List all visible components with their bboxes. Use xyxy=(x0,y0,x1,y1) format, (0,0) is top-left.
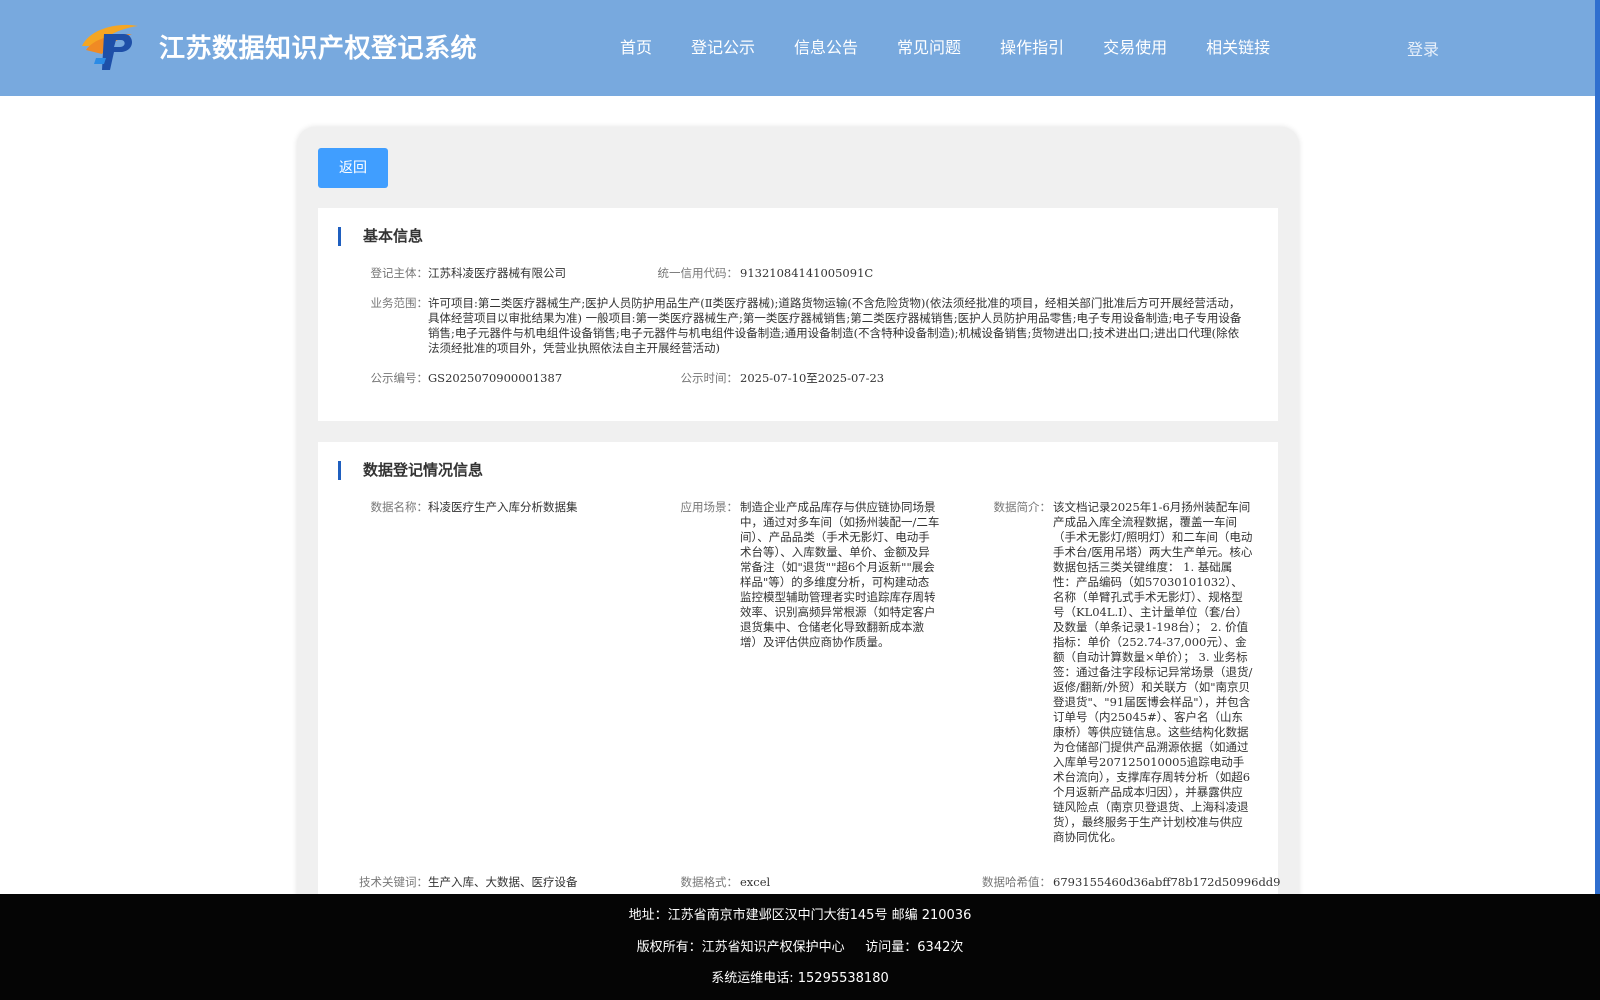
data-name-value: 科凌医疗生产入库分析数据集 xyxy=(428,500,578,514)
data-intro-value: 该文档记录2025年1-6月扬州装配车间产成品入库全流程数据，覆盖一车间（手术无… xyxy=(1053,500,1253,844)
publicity-time-value: 2025-07-10至2025-07-23 xyxy=(740,371,885,385)
section-title-registration: 数据登记情况信息 xyxy=(338,461,483,480)
login-link[interactable]: 登录 xyxy=(1407,36,1439,60)
page-footer: 地址：江苏省南京市建邺区汉中门大街145号 邮编 210036 版权所有：江苏省… xyxy=(0,894,1600,1000)
publicity-number-label: 公示编号： xyxy=(370,371,429,385)
nav-faq[interactable]: 常见问题 xyxy=(897,34,961,58)
business-scope-value: 许可项目:第二类医疗器械生产;医护人员防护用品生产(Ⅱ类医疗器械);道路货物运输… xyxy=(428,296,1242,355)
nav-home[interactable]: 首页 xyxy=(620,34,652,58)
scrollbar-edge[interactable] xyxy=(1595,0,1600,935)
top-header: 江苏数据知识产权登记系统 首页 登记公示 信息公告 常见问题 操作指引 交易使用… xyxy=(0,0,1595,96)
back-button[interactable]: 返回 xyxy=(318,148,388,188)
data-hash-value: 6793155460d36abff78b172d50996dd9 xyxy=(1053,875,1281,889)
subject-label: 登记主体： xyxy=(370,266,429,280)
nav-transaction-use[interactable]: 交易使用 xyxy=(1103,34,1167,58)
subject-value: 江苏科凌医疗器械有限公司 xyxy=(428,266,566,280)
logo-icon[interactable] xyxy=(80,20,140,72)
footer-phone: 系统运维电话: 15295538180 xyxy=(711,971,889,986)
application-scene-value: 制造企业产成品库存与供应链协同场景中，通过对多车间（如扬州装配一/二车间）、产品… xyxy=(740,500,940,649)
footer-address: 地址：江苏省南京市建邺区汉中门大街145号 邮编 210036 xyxy=(628,908,972,923)
data-registration-card: 数据登记情况信息 数据名称： 科凌医疗生产入库分析数据集 应用场景： 制造企业产… xyxy=(318,442,1281,942)
tech-keywords-label: 技术关键词： xyxy=(359,875,428,889)
credit-code-value: 91321084141005091C xyxy=(740,266,874,280)
data-format-label: 数据格式： xyxy=(680,875,739,889)
data-hash-label: 数据哈希值： xyxy=(982,875,1051,889)
data-format-value: excel xyxy=(740,875,771,889)
publicity-time-label: 公示时间： xyxy=(680,371,739,385)
section-title-basic: 基本信息 xyxy=(338,227,423,246)
nav-announcements[interactable]: 信息公告 xyxy=(794,34,858,58)
data-name-label: 数据名称： xyxy=(370,500,429,514)
publicity-number-value: GS2025070900001387 xyxy=(428,371,563,385)
site-title: 江苏数据知识产权登记系统 xyxy=(159,34,478,64)
nav-operation-guide[interactable]: 操作指引 xyxy=(1000,34,1064,58)
business-scope-label: 业务范围： xyxy=(370,296,429,310)
basic-info-card: 基本信息 登记主体： 江苏科凌医疗器械有限公司 统一信用代码： 91321084… xyxy=(318,208,1278,421)
data-intro-label: 数据简介： xyxy=(993,500,1052,514)
nav-related-links[interactable]: 相关链接 xyxy=(1206,34,1270,58)
tech-keywords-value: 生产入库、大数据、医疗设备 xyxy=(428,875,578,889)
footer-copyright: 版权所有：江苏省知识产权保护中心 访问量：6342次 xyxy=(636,940,964,955)
main-nav: 首页 登记公示 信息公告 常见问题 操作指引 交易使用 相关链接 xyxy=(620,34,1309,58)
credit-code-label: 统一信用代码： xyxy=(657,266,739,280)
nav-registration-publicity[interactable]: 登记公示 xyxy=(691,34,755,58)
application-scene-label: 应用场景： xyxy=(680,500,739,514)
